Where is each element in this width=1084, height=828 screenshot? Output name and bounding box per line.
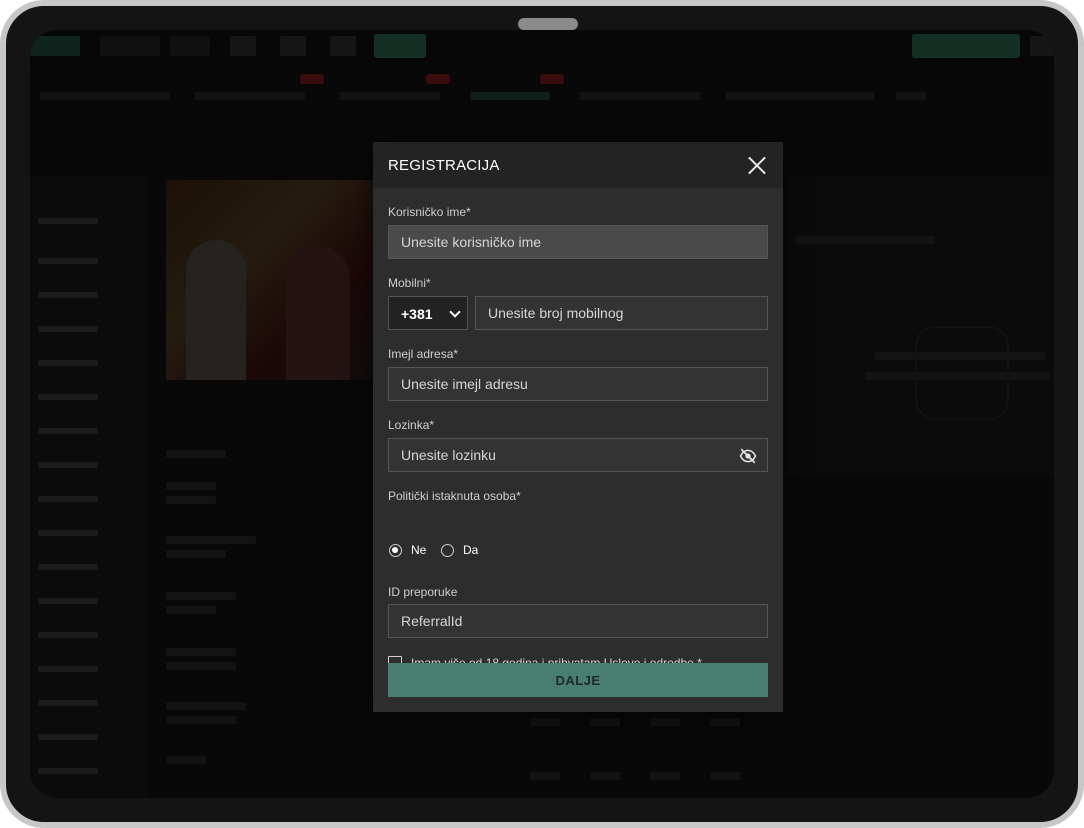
modal-title: REGISTRACIJA [388, 157, 500, 174]
email-label: Imejl adresa* [388, 347, 459, 361]
modal-header: REGISTRACIJA [373, 142, 783, 188]
pep-label: Politički istaknuta osoba* [388, 489, 521, 503]
password-input[interactable] [389, 439, 767, 471]
eye-off-icon[interactable] [739, 447, 757, 465]
referral-label: ID preporuke [388, 585, 458, 599]
referral-input[interactable] [389, 605, 767, 637]
referral-field [388, 604, 768, 638]
username-label: Korisničko ime* [388, 205, 471, 219]
pep-radio-da[interactable] [441, 544, 454, 557]
tablet-frame: REGISTRACIJA Korisničko ime* Mobilni* +3… [0, 0, 1084, 828]
screen: REGISTRACIJA Korisničko ime* Mobilni* +3… [30, 30, 1054, 798]
email-input[interactable] [389, 368, 767, 400]
chevron-down-icon [449, 306, 461, 318]
country-code-select[interactable]: +381 [388, 296, 468, 330]
close-icon[interactable] [747, 155, 767, 175]
mobile-input[interactable] [476, 297, 767, 329]
username-input[interactable] [389, 226, 767, 258]
pep-radio-ne[interactable] [389, 544, 402, 557]
pep-radio-ne-label: Ne [411, 543, 427, 557]
password-label: Lozinka* [388, 418, 435, 432]
registration-modal: REGISTRACIJA Korisničko ime* Mobilni* +3… [373, 142, 783, 712]
mobile-field [475, 296, 768, 330]
email-field [388, 367, 768, 401]
pep-radio-da-label: Da [463, 543, 479, 557]
username-field [388, 225, 768, 259]
next-button[interactable]: DALJE [388, 663, 768, 697]
camera-notch [518, 18, 578, 30]
country-code-value: +381 [401, 306, 433, 322]
password-field [388, 438, 768, 472]
mobile-label: Mobilni* [388, 276, 431, 290]
